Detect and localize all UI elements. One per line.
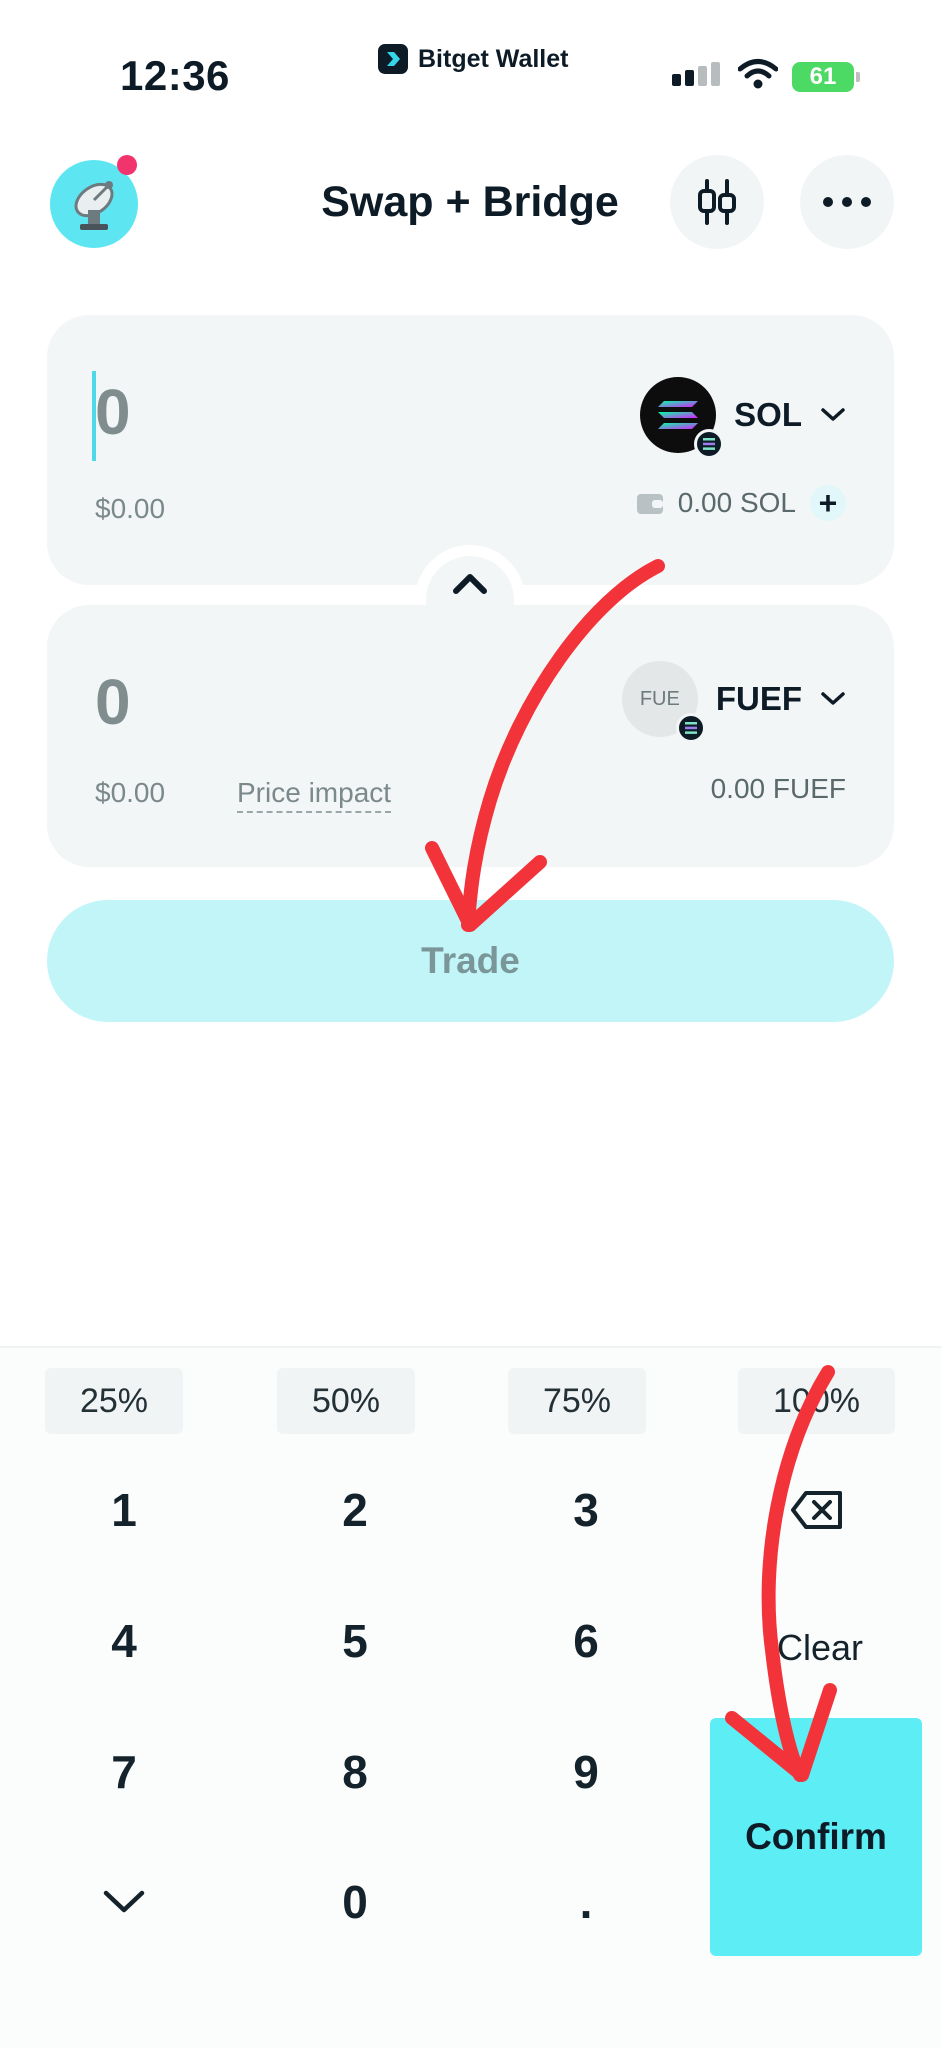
cellular-signal-icon: [672, 62, 720, 86]
to-amount: 0: [95, 666, 131, 738]
backspace-button[interactable]: [737, 1460, 897, 1560]
more-button[interactable]: [800, 155, 894, 249]
from-token-name: SOL: [734, 396, 802, 433]
to-balance: 0.00 FUEF: [711, 773, 846, 805]
more-horizontal-icon: [823, 197, 871, 207]
candlestick-icon: [698, 179, 736, 225]
key-2[interactable]: 2: [275, 1460, 435, 1560]
from-amount-input[interactable]: 0: [95, 375, 131, 449]
wallet-icon: [636, 494, 663, 514]
to-balance-text: 0.00 FUEF: [710, 773, 846, 804]
hide-keypad-button[interactable]: [44, 1852, 204, 1952]
percent-50-button[interactable]: 50%: [277, 1368, 415, 1434]
confirm-button[interactable]: Confirm: [710, 1718, 922, 1956]
chart-button[interactable]: [670, 155, 764, 249]
fuef-token-icon-text: FUE: [639, 687, 680, 710]
key-8[interactable]: 8: [275, 1722, 435, 1822]
from-token-selector[interactable]: SOL: [640, 377, 846, 459]
trade-button[interactable]: Trade: [47, 900, 894, 1022]
page-title: Swap + Bridge: [321, 178, 619, 226]
price-impact-link[interactable]: Price impact: [237, 777, 392, 813]
clear-button[interactable]: Clear: [740, 1598, 900, 1698]
chevron-down-icon: [103, 1890, 145, 1913]
chevron-down-icon: [821, 692, 845, 705]
from-usd-value: $0.00: [95, 493, 166, 524]
key-7[interactable]: 7: [44, 1722, 204, 1822]
carrier-label: Bitget Wallet: [378, 44, 568, 74]
status-bar: 12:36 Bitget Wallet 61: [0, 0, 941, 120]
key-1[interactable]: 1: [44, 1460, 204, 1560]
key-4[interactable]: 4: [44, 1591, 204, 1691]
to-token-selector[interactable]: FUE FUEF: [621, 661, 846, 743]
solana-chain-badge-icon: [694, 429, 725, 459]
key-decimal[interactable]: .: [506, 1852, 666, 1952]
from-balance-text: 0.00 SOL: [677, 487, 796, 518]
from-balance: 0.00 SOL +: [636, 485, 846, 521]
wifi-icon: [737, 58, 779, 95]
status-time: 12:36: [120, 52, 230, 99]
backspace-icon: [791, 1491, 842, 1529]
key-5[interactable]: 5: [275, 1591, 435, 1691]
solana-chain-badge-icon: [675, 713, 706, 743]
bitget-logo-icon: [378, 44, 408, 74]
add-funds-button[interactable]: +: [810, 485, 846, 521]
to-card: 0 $0.00 Price impact FUE FUEF 0.00 FUEF: [47, 605, 894, 867]
key-9[interactable]: 9: [506, 1722, 666, 1822]
battery-icon: 61: [792, 62, 860, 92]
to-token-name: FUEF: [715, 680, 802, 717]
to-usd-value: $0.00: [95, 777, 166, 808]
key-0[interactable]: 0: [275, 1852, 435, 1952]
key-3[interactable]: 3: [506, 1460, 666, 1560]
percent-75-button[interactable]: 75%: [508, 1368, 646, 1434]
carrier-text: Bitget Wallet: [418, 44, 569, 73]
chevron-down-icon: [821, 408, 845, 421]
percent-25-button[interactable]: 25%: [45, 1368, 183, 1434]
sol-token-icon: [640, 377, 725, 459]
notification-dot: [117, 155, 137, 175]
fuef-token-icon: FUE: [621, 661, 706, 743]
satellite-dish-icon: [74, 181, 114, 230]
percent-100-button[interactable]: 100%: [738, 1368, 895, 1434]
battery-level: 61: [809, 63, 837, 90]
key-6[interactable]: 6: [506, 1591, 666, 1691]
